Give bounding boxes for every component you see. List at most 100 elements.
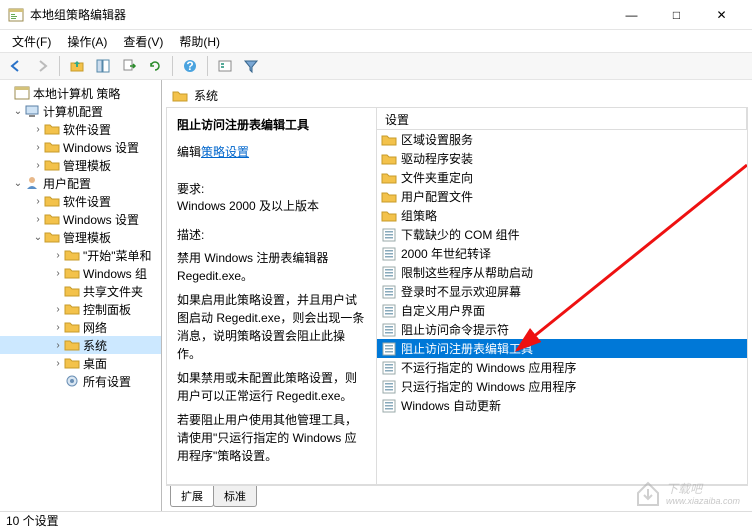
tree-user-config[interactable]: ⌄ 用户配置: [0, 174, 161, 192]
tree-label: 所有设置: [83, 373, 131, 390]
content-header: 系统: [166, 84, 748, 108]
titlebar: 本地组策略编辑器 — □ ✕: [0, 0, 752, 30]
folder-icon: [64, 283, 80, 299]
tree-item[interactable]: ›软件设置: [0, 192, 161, 210]
tree-root[interactable]: 本地计算机 策略: [0, 84, 161, 102]
folder-icon: [44, 193, 60, 209]
settings-icon: [64, 373, 80, 389]
tree-item[interactable]: ›软件设置: [0, 120, 161, 138]
tree-label: Windows 组: [83, 265, 147, 282]
list-row[interactable]: 阻止访问命令提示符: [377, 320, 747, 339]
list-row[interactable]: 组策略: [377, 206, 747, 225]
tab-extended[interactable]: 扩展: [170, 486, 214, 507]
tree-label: 桌面: [83, 355, 107, 372]
folder-icon: [381, 189, 397, 205]
setting-icon: [381, 341, 397, 357]
filter-icon: [243, 58, 259, 74]
minimize-button[interactable]: —: [609, 0, 654, 30]
list-row[interactable]: 2000 年世纪转译: [377, 244, 747, 263]
list-row[interactable]: 用户配置文件: [377, 187, 747, 206]
tree-item[interactable]: ›Windows 设置: [0, 210, 161, 228]
list-row[interactable]: 只运行指定的 Windows 应用程序: [377, 377, 747, 396]
tree-label: 控制面板: [83, 301, 131, 318]
menu-action[interactable]: 操作(A): [59, 31, 115, 52]
user-icon: [24, 175, 40, 191]
folder-icon: [64, 355, 80, 371]
list-header[interactable]: 设置: [377, 108, 747, 130]
list-row[interactable]: 阻止访问注册表编辑工具: [377, 339, 747, 358]
list-item-label: 限制这些程序从帮助启动: [401, 264, 533, 281]
list-item-label: 文件夹重定向: [401, 169, 473, 186]
list-row[interactable]: 登录时不显示欢迎屏幕: [377, 282, 747, 301]
tree-label: 共享文件夹: [83, 283, 143, 300]
back-button[interactable]: [4, 54, 28, 78]
tree-item[interactable]: ›桌面: [0, 354, 161, 372]
list-body[interactable]: 区域设置服务驱动程序安装文件夹重定向用户配置文件组策略下载缺少的 COM 组件 2…: [377, 130, 747, 484]
menu-help[interactable]: 帮助(H): [171, 31, 228, 52]
list-row[interactable]: 驱动程序安装: [377, 149, 747, 168]
list-row[interactable]: 不运行指定的 Windows 应用程序: [377, 358, 747, 377]
tree-item[interactable]: ›Windows 设置: [0, 138, 161, 156]
list-item-label: 驱动程序安装: [401, 150, 473, 167]
expander-icon[interactable]: ⌄: [12, 106, 24, 117]
list-item-label: 用户配置文件: [401, 188, 473, 205]
tree-item[interactable]: ›Windows 组: [0, 264, 161, 282]
tree-item[interactable]: ›管理模板: [0, 156, 161, 174]
description-text: 若要阻止用户使用其他管理工具，请使用"只运行指定的 Windows 应用程序"策…: [177, 411, 366, 465]
setting-icon: [381, 227, 397, 243]
list-item-label: 组策略: [401, 207, 437, 224]
properties-button[interactable]: [213, 54, 237, 78]
refresh-button[interactable]: [143, 54, 167, 78]
column-header-setting[interactable]: 设置: [377, 108, 747, 129]
tree-item-all-settings[interactable]: 所有设置: [0, 372, 161, 390]
folder-icon: [44, 211, 60, 227]
policy-detail-pane: 阻止访问注册表编辑工具 编辑策略设置 要求: Windows 2000 及以上版…: [167, 108, 377, 484]
help-icon: ?: [182, 58, 198, 74]
filter-button[interactable]: [239, 54, 263, 78]
computer-icon: [24, 103, 40, 119]
expander-icon[interactable]: ⌄: [12, 178, 24, 189]
statusbar: 10 个设置: [0, 511, 752, 529]
tree-pane[interactable]: 本地计算机 策略 ⌄ 计算机配置 ›软件设置 ›Windows 设置 ›管理模板…: [0, 80, 162, 511]
menu-view[interactable]: 查看(V): [115, 31, 171, 52]
folder-icon: [44, 157, 60, 173]
list-row[interactable]: 自定义用户界面: [377, 301, 747, 320]
list-row[interactable]: 文件夹重定向: [377, 168, 747, 187]
tree-computer-config[interactable]: ⌄ 计算机配置: [0, 102, 161, 120]
folder-icon: [64, 337, 80, 353]
tree-item[interactable]: ›"开始"菜单和: [0, 246, 161, 264]
tree-item-system[interactable]: ›系统: [0, 336, 161, 354]
up-button[interactable]: [65, 54, 89, 78]
list-item-label: 下载缺少的 COM 组件: [401, 226, 520, 243]
menu-file[interactable]: 文件(F): [4, 31, 59, 52]
tab-standard[interactable]: 标准: [213, 486, 257, 507]
expander-icon[interactable]: ⌄: [32, 232, 44, 243]
export-button[interactable]: [117, 54, 141, 78]
list-row[interactable]: 下载缺少的 COM 组件: [377, 225, 747, 244]
requirements-label: 要求:: [177, 180, 366, 197]
close-button[interactable]: ✕: [699, 0, 744, 30]
tree-item[interactable]: ›网络: [0, 318, 161, 336]
tree-item[interactable]: ›控制面板: [0, 300, 161, 318]
help-button[interactable]: ?: [178, 54, 202, 78]
forward-button[interactable]: [30, 54, 54, 78]
tree-label: 系统: [83, 337, 107, 354]
list-item-label: 2000 年世纪转译: [401, 245, 491, 262]
tree-item[interactable]: 共享文件夹: [0, 282, 161, 300]
setting-icon: [381, 360, 397, 376]
policy-settings-link[interactable]: 策略设置: [201, 143, 249, 160]
list-item-label: 不运行指定的 Windows 应用程序: [401, 359, 576, 376]
tree-label: 软件设置: [63, 121, 111, 138]
tree-admin-templates[interactable]: ⌄管理模板: [0, 228, 161, 246]
folder-icon: [381, 208, 397, 224]
maximize-button[interactable]: □: [654, 0, 699, 30]
list-row[interactable]: 限制这些程序从帮助启动: [377, 263, 747, 282]
tree-label: Windows 设置: [63, 139, 139, 156]
folder-icon: [64, 319, 80, 335]
policy-title: 阻止访问注册表编辑工具: [177, 116, 366, 133]
tree-label: Windows 设置: [63, 211, 139, 228]
list-row[interactable]: 区域设置服务: [377, 130, 747, 149]
list-item-label: Windows 自动更新: [401, 397, 501, 414]
list-row[interactable]: Windows 自动更新: [377, 396, 747, 415]
show-hide-tree-button[interactable]: [91, 54, 115, 78]
